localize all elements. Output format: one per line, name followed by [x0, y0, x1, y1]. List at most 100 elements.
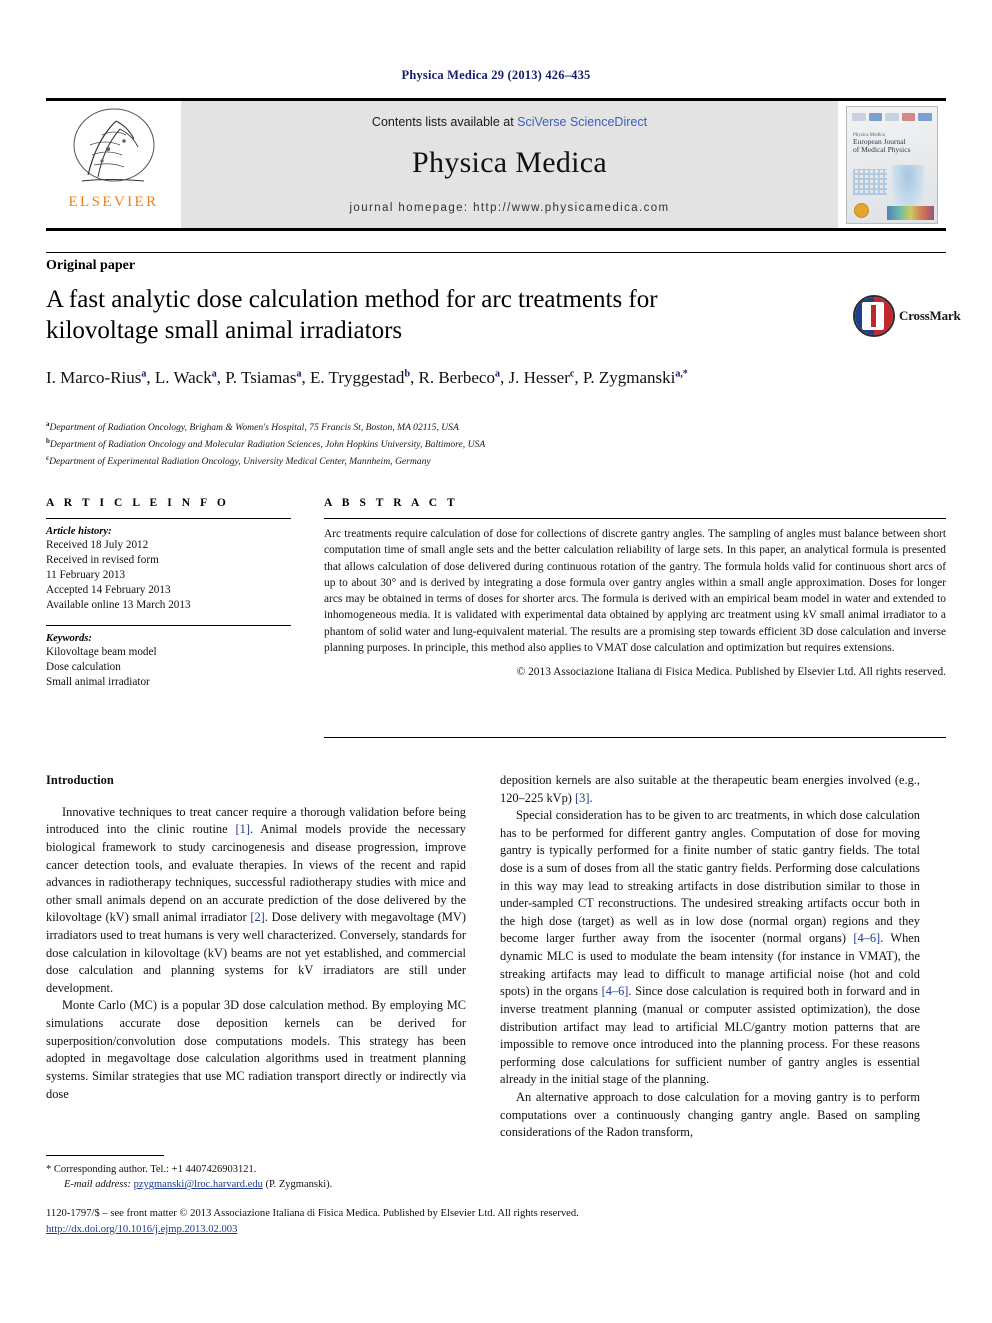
- issn-copyright-line: 1120-1797/$ – see front matter © 2013 As…: [46, 1208, 579, 1219]
- author-affiliation-mark: b: [404, 368, 410, 380]
- paper-page: Physica Medica 29 (2013) 426–435 ELSEVIE…: [0, 0, 992, 1323]
- article-type: Original paper: [46, 258, 136, 273]
- body-column-right: deposition kernels are also suitable at …: [500, 772, 920, 1142]
- abstract-heading: A B S T R A C T: [324, 497, 459, 509]
- citation-link[interactable]: [2]: [250, 910, 264, 924]
- citation-link[interactable]: [4–6]: [602, 984, 629, 998]
- email-line: E-mail address: pzygmanski@lroc.harvard.…: [46, 1177, 466, 1192]
- title-top-rule: [46, 252, 946, 253]
- page-footer: 1120-1797/$ – see front matter © 2013 As…: [46, 1206, 946, 1238]
- cover-chip: [918, 112, 932, 121]
- author-name: I. Marco-Rius: [46, 368, 142, 387]
- journal-cover-image: Physica Medica European Journal of Medic…: [846, 105, 938, 224]
- author-list: I. Marco-Riusa, L. Wacka, P. Tsiamasa, E…: [46, 368, 688, 387]
- footnote-rule: [46, 1155, 164, 1156]
- author-name: J. Hesser: [508, 368, 570, 387]
- article-history-label: Article history:: [46, 526, 112, 537]
- author-name: P. Tsiamas: [225, 368, 297, 387]
- contents-available-line: Contents lists available at SciVerse Sci…: [372, 115, 647, 129]
- body-paragraph: An alternative approach to dose calculat…: [500, 1089, 920, 1140]
- author-affiliation-mark: c: [569, 368, 575, 380]
- email-owner: (P. Zygmanski).: [265, 1179, 333, 1191]
- journal-homepage-link[interactable]: journal homepage: http://www.physicamedi…: [349, 202, 669, 214]
- author-name: L. Wack: [154, 368, 212, 387]
- page-title: A fast analytic dose calculation method …: [46, 286, 658, 344]
- article-history-lines: Received 18 July 2012 Received in revised…: [46, 538, 291, 613]
- elsevier-wordmark: ELSEVIER: [68, 194, 159, 210]
- cover-chip: [852, 112, 866, 121]
- cover-logo-strip: [852, 111, 932, 123]
- affiliation-item: cDepartment of Experimental Radiation On…: [46, 454, 431, 468]
- keyword-item: Dose calculation: [46, 661, 121, 673]
- keyword-item: Kilovoltage beam model: [46, 646, 157, 658]
- crossmark-label: CrossMark: [899, 308, 961, 323]
- cover-chip: [885, 112, 899, 121]
- author-name: P. Zygmanski: [582, 368, 676, 387]
- abstract-copyright: © 2013 Associazione Italiana di Fisica M…: [516, 666, 946, 679]
- author-affiliation-mark: a: [211, 368, 217, 380]
- affiliation-item: bDepartment of Radiation Oncology and Mo…: [46, 437, 486, 451]
- author-affiliation-mark: a: [494, 368, 500, 380]
- cover-chip: [901, 112, 916, 121]
- author-affiliation-mark: a: [141, 368, 147, 380]
- article-history-item: 11 February 2013: [46, 569, 126, 581]
- cover-title-line2: of Medical Physics: [853, 145, 911, 155]
- affiliation-mark: c: [46, 454, 50, 463]
- author-name: E. Tryggestad: [309, 368, 405, 387]
- abstract-bottom-rule: [324, 737, 946, 738]
- sciencedirect-link[interactable]: SciVerse ScienceDirect: [517, 115, 647, 129]
- author-affiliation-mark: a: [296, 368, 302, 380]
- cover-title: Physica Medica European Journal of Medic…: [853, 133, 931, 155]
- article-history-item: Available online 13 March 2013: [46, 599, 191, 611]
- body-paragraph: deposition kernels are also suitable at …: [500, 773, 920, 805]
- corresponding-author-line: * Corresponding author. Tel.: +1 4407426…: [46, 1164, 257, 1175]
- keywords-label: Keywords:: [46, 633, 92, 644]
- abstract-block: A B S T R A C T Arc treatments require c…: [324, 497, 946, 681]
- affiliation-list: aDepartment of Radiation Oncology, Brigh…: [46, 419, 766, 470]
- journal-masthead: ELSEVIER Contents lists available at Sci…: [46, 98, 946, 231]
- email-link[interactable]: pzygmanski@lroc.harvard.edu: [134, 1179, 263, 1190]
- citation-link[interactable]: [3]: [575, 791, 589, 805]
- keyword-item: Small animal irradiator: [46, 676, 150, 688]
- contents-prefix: Contents lists available at: [371, 115, 518, 129]
- cover-chip: [868, 112, 883, 121]
- masthead-right: Physica Medica European Journal of Medic…: [838, 101, 946, 228]
- section-heading-introduction: Introduction: [46, 773, 114, 787]
- email-label: E-mail address:: [64, 1179, 131, 1191]
- doi-link[interactable]: http://dx.doi.org/10.1016/j.ejmp.2013.02…: [46, 1222, 946, 1238]
- author-affiliation-mark: a,*: [675, 368, 688, 380]
- crossmark-badge[interactable]: CrossMark: [853, 288, 961, 344]
- masthead-center: Contents lists available at SciVerse Sci…: [181, 101, 838, 228]
- keyword-lines: Kilovoltage beam model Dose calculation Sm…: [46, 645, 291, 690]
- affiliation-mark: b: [46, 437, 50, 446]
- article-history-item: Received 18 July 2012: [46, 539, 149, 551]
- cover-color-bar: [887, 205, 934, 220]
- citation-link[interactable]: [1]: [236, 822, 250, 836]
- affiliation-mark: a: [46, 420, 50, 428]
- body-paragraph: Special consideration has to be given to…: [500, 808, 921, 1087]
- author-name: R. Berbeco: [418, 368, 495, 387]
- article-info-rule: [46, 518, 291, 519]
- right-column-paragraphs: deposition kernels are also suitable at …: [500, 772, 920, 1142]
- abstract-text: Arc treatments require calculation of do…: [324, 528, 946, 655]
- running-head: Physica Medica 29 (2013) 426–435: [401, 68, 591, 82]
- citation-link[interactable]: [4–6]: [853, 931, 880, 945]
- article-info-heading: A R T I C L E I N F O: [46, 497, 230, 509]
- abstract-rule: [324, 518, 946, 519]
- affiliation-item: aDepartment of Radiation Oncology, Brigh…: [46, 420, 459, 434]
- journal-title: Physica Medica: [412, 146, 607, 179]
- article-history-item: Accepted 14 February 2013: [46, 584, 171, 596]
- body-paragraph: Monte Carlo (MC) is a popular 3D dose ca…: [46, 998, 466, 1101]
- cover-grid-graphic: [853, 168, 887, 195]
- body-paragraph: Innovative techniques to treat cancer re…: [46, 804, 466, 995]
- crossmark-icon: [853, 295, 895, 337]
- body-column-left: Introduction Innovative techniques to tr…: [46, 772, 466, 1103]
- article-history-item: Received in revised form: [46, 554, 159, 566]
- article-info-block: A R T I C L E I N F O Article history: R…: [46, 497, 291, 690]
- corresponding-author-footnote: * Corresponding author. Tel.: +1 4407426…: [46, 1155, 466, 1192]
- publisher-logo: ELSEVIER: [46, 101, 181, 228]
- left-column-paragraphs: Innovative techniques to treat cancer re…: [46, 804, 466, 1103]
- cover-seal-icon: [854, 202, 869, 218]
- elsevier-tree-icon: [68, 105, 160, 193]
- keywords-rule: [46, 625, 291, 626]
